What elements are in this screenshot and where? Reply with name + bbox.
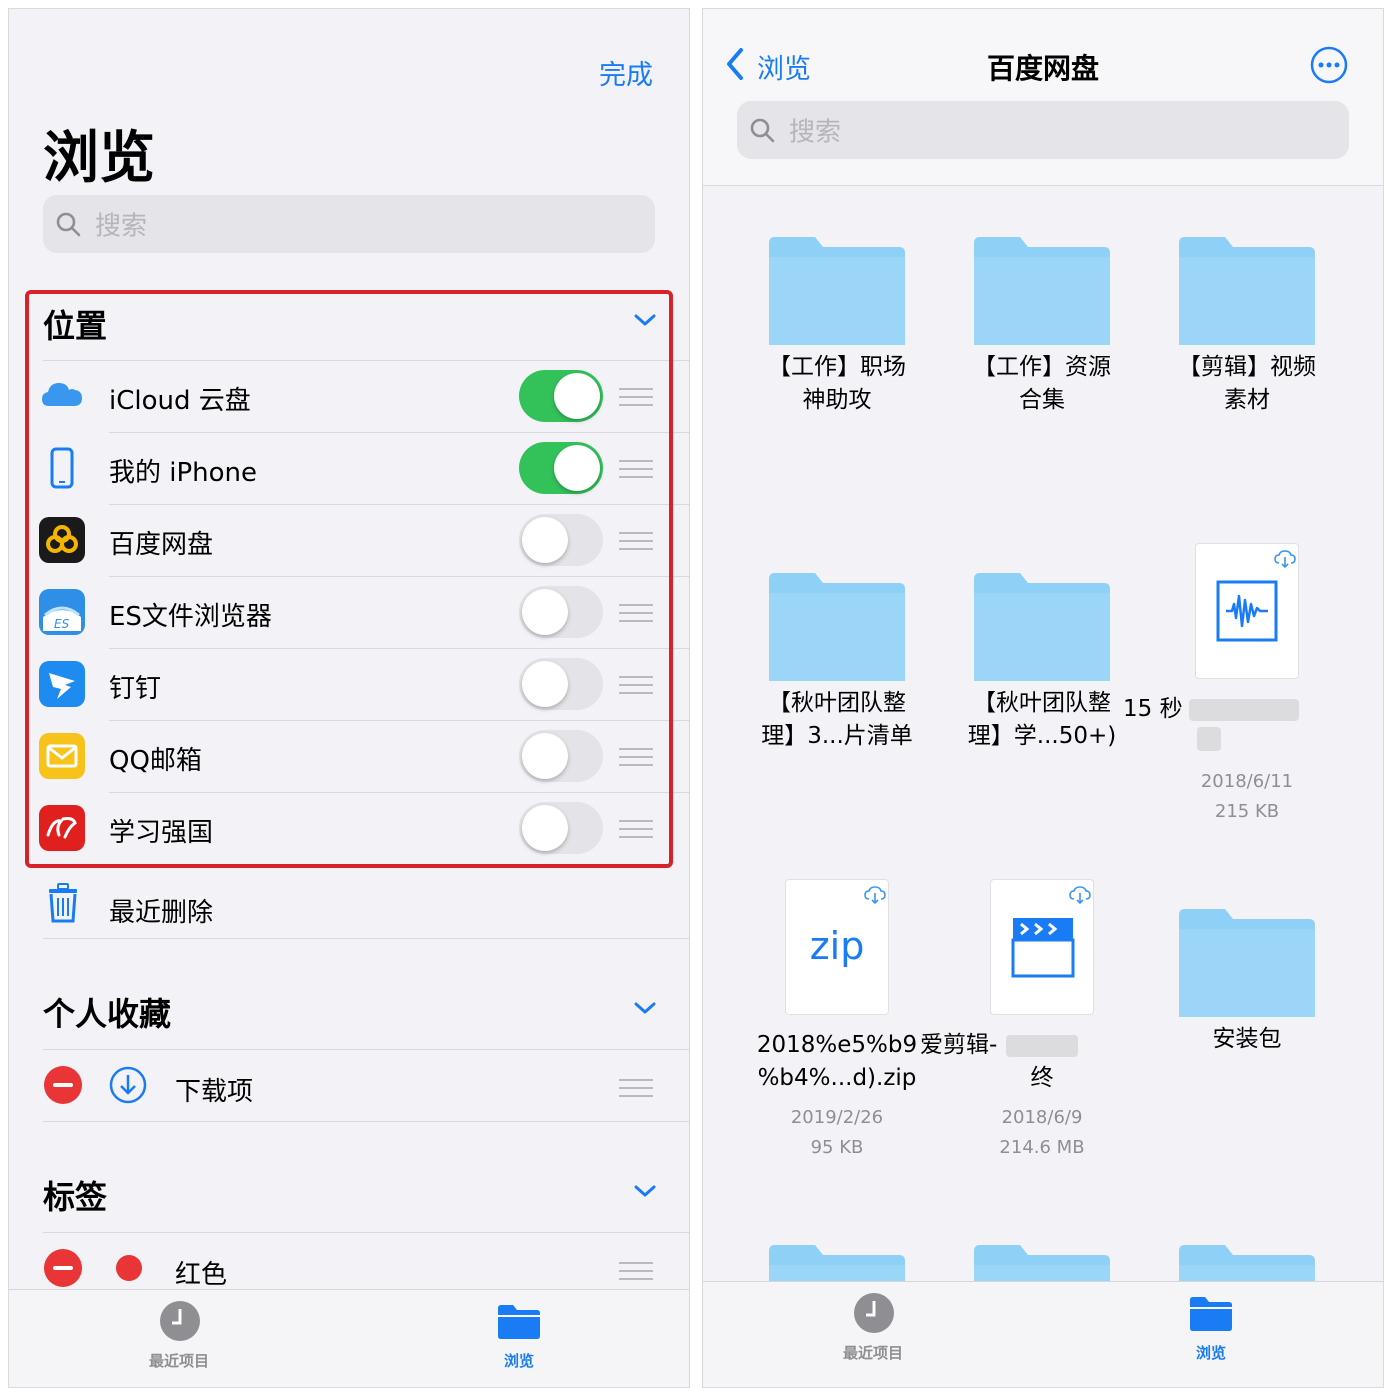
file-name-row: 爱剪辑- — [918, 1029, 1166, 1063]
chevron-down-icon[interactable] — [633, 1001, 657, 1015]
section-header-favorites: 个人收藏 — [43, 995, 172, 1033]
tab-recents[interactable]: 最近项目 — [119, 1296, 239, 1382]
reorder-handle-icon[interactable] — [619, 1262, 653, 1280]
document-thumbnail — [1195, 543, 1299, 679]
clock-icon — [160, 1301, 200, 1341]
redacted-text — [1189, 699, 1299, 721]
download-icon — [109, 1066, 147, 1104]
more-icon[interactable] — [1309, 45, 1349, 85]
section-header-tags: 标签 — [43, 1178, 108, 1216]
folder-icon — [974, 237, 1110, 345]
favorite-row-downloads[interactable]: 下载项 — [9, 1049, 689, 1121]
folder-icon — [1179, 237, 1315, 345]
clock-icon — [854, 1293, 894, 1333]
divider — [43, 1121, 689, 1122]
tab-bar: 最近项目 浏览 — [703, 1281, 1383, 1387]
video-clapper-icon — [1011, 918, 1075, 978]
search-icon — [750, 118, 775, 143]
file-tile[interactable]: 【秋叶团队整 理】学...50+) — [942, 571, 1142, 753]
tab-label: 最近项目 — [842, 1344, 903, 1362]
tab-browse[interactable]: 浏览 — [1151, 1288, 1271, 1374]
file-tile[interactable]: 安装包 — [1147, 907, 1347, 1056]
video-thumbnail — [990, 879, 1094, 1015]
done-button[interactable]: 完成 — [599, 53, 653, 92]
tag-color-dot — [116, 1255, 142, 1281]
file-name-row: 15 秒 — [1123, 693, 1363, 733]
file-tile[interactable]: 15 秒 2018/6/11 215 KB — [1123, 543, 1347, 833]
locations-highlight-box — [25, 290, 673, 868]
recently-deleted-label: 最近删除 — [109, 898, 214, 928]
tab-bar: 最近项目 浏览 — [9, 1289, 689, 1387]
folder-icon — [974, 573, 1110, 681]
divider — [43, 938, 689, 939]
folder-icon — [769, 573, 905, 681]
search-placeholder: 搜索 — [789, 117, 842, 148]
file-tile[interactable]: 【工作】职场 神助攻 — [737, 235, 937, 417]
cloud-download-icon — [1274, 550, 1296, 568]
audio-waveform-icon — [1216, 580, 1278, 642]
tag-label: 红色 — [175, 1260, 228, 1290]
file-tile[interactable]: 【剪辑】视频 素材 — [1147, 235, 1347, 417]
page-title: 百度网盘 — [986, 52, 1099, 85]
trash-icon — [49, 883, 77, 923]
search-field[interactable]: 搜索 — [43, 195, 655, 253]
search-placeholder: 搜索 — [95, 211, 148, 242]
tab-browse[interactable]: 浏览 — [459, 1296, 579, 1382]
remove-icon[interactable] — [44, 1249, 82, 1287]
tag-row-red[interactable]: 红色 — [9, 1232, 689, 1292]
zip-thumbnail: zip — [785, 879, 889, 1015]
folder-icon — [1190, 1297, 1232, 1331]
zip-badge: zip — [809, 924, 865, 968]
tab-label: 浏览 — [1195, 1344, 1226, 1362]
favorite-label: 下载项 — [175, 1077, 254, 1107]
cloud-download-icon — [864, 886, 886, 904]
file-tile[interactable]: 【工作】资源 合集 — [942, 235, 1142, 417]
recently-deleted-row[interactable]: 最近删除 — [9, 868, 689, 938]
page-title: 浏览 — [43, 126, 155, 191]
file-tile[interactable]: 爱剪辑- 终 2018/6/9 214.6 MB — [920, 879, 1142, 1169]
tab-label: 最近项目 — [148, 1352, 209, 1370]
tab-recents[interactable]: 最近项目 — [813, 1288, 933, 1374]
baidu-netdisk-panel: 浏览 百度网盘 搜索 【工作】职场 神助攻 【工作】资源 合集 【剪辑】视频 素… — [702, 8, 1384, 1388]
redacted-text — [1197, 727, 1221, 751]
chevron-down-icon[interactable] — [633, 1184, 657, 1198]
tab-label: 浏览 — [503, 1352, 534, 1370]
search-field[interactable]: 搜索 — [737, 101, 1349, 159]
search-icon — [56, 212, 81, 237]
remove-icon[interactable] — [44, 1066, 82, 1104]
folder-icon — [769, 237, 905, 345]
divider — [703, 185, 1383, 186]
reorder-handle-icon[interactable] — [619, 1079, 653, 1097]
browse-panel: 完成 浏览 搜索 位置 iCloud 云盘 我的 iPhone 百度网盘 ES … — [8, 8, 690, 1388]
folder-icon — [1179, 909, 1315, 1017]
file-tile[interactable]: zip 2018%e5%b9 %b4%...d).zip 2019/2/26 9… — [737, 879, 937, 1169]
redacted-text — [1006, 1035, 1078, 1057]
cloud-download-icon — [1069, 886, 1091, 904]
file-tile[interactable]: 【秋叶团队整 理】3...片清单 — [737, 571, 937, 753]
folder-icon — [498, 1305, 540, 1339]
